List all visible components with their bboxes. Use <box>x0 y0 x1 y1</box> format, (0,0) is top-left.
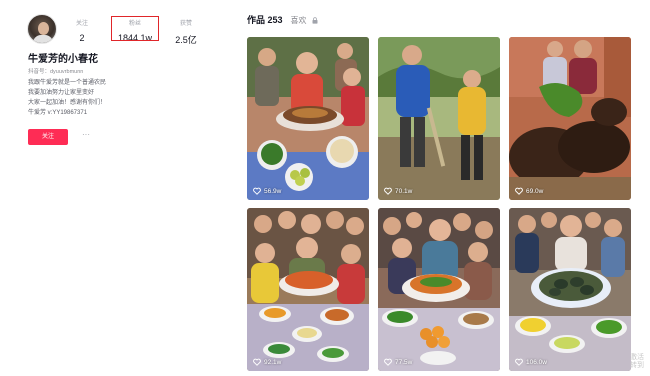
stat-following-value: 2 <box>79 33 85 43</box>
stat-following-label: 关注 <box>75 21 88 27</box>
video-likes: 106.0w <box>515 358 547 366</box>
video-likes-count: 106.0w <box>526 358 547 366</box>
video-thumbnail <box>509 37 631 200</box>
video-thumbnail <box>509 208 631 371</box>
profile-bio: 我跟牛爱芳就是一个普通农民 我要加油努力让家里变好 大家一起加油！感谢有你们！ … <box>28 78 106 118</box>
avatar[interactable] <box>27 14 57 44</box>
bio-line: 我要加油努力让家里变好 <box>28 90 95 96</box>
follow-button[interactable]: 关注 <box>28 129 68 145</box>
bio-line: 我跟牛爱芳就是一个普通农民 <box>28 80 107 86</box>
heart-icon <box>253 358 261 366</box>
stat-likes[interactable]: 获赞 2.5亿 <box>172 18 200 46</box>
video-likes-count: 92.1w <box>264 358 282 366</box>
video-thumbnail <box>247 208 369 371</box>
video-grid: 56.9w 70.1w 69.0w 92.1w 77.5w 106.0w <box>247 37 631 371</box>
video-likes-count: 56.9w <box>264 187 282 195</box>
watermark-line: 转到 <box>630 362 644 369</box>
heart-icon <box>253 187 261 195</box>
video-likes-count: 69.0w <box>526 187 544 195</box>
profile-nickname: 牛爱芳的小春花 <box>28 54 98 65</box>
stat-likes-value: 2.5亿 <box>175 35 197 45</box>
lock-icon <box>312 17 318 24</box>
video-likes: 92.1w <box>253 358 281 366</box>
bio-line: 大家一起加油！感谢有你们！ <box>28 100 107 106</box>
profile-account-id: 抖音号：dyuuvrbmunn <box>28 69 84 75</box>
tab-works[interactable]: 作品 253 <box>247 13 283 26</box>
video-card[interactable]: 69.0w <box>509 37 631 200</box>
heart-icon <box>515 187 523 195</box>
watermark-line: 激活 <box>630 354 644 361</box>
more-options-button[interactable]: ··· <box>79 129 93 145</box>
video-card[interactable]: 70.1w <box>378 37 500 200</box>
stat-following[interactable]: 关注 2 <box>72 18 92 43</box>
video-card[interactable]: 106.0w <box>509 208 631 371</box>
profile-tabs: 作品 253 喜欢 <box>247 13 318 27</box>
heart-icon <box>515 358 523 366</box>
video-likes-count: 70.1w <box>395 187 413 195</box>
video-thumbnail <box>378 208 500 371</box>
video-card[interactable]: 56.9w <box>247 37 369 200</box>
video-thumbnail <box>247 37 369 200</box>
tab-likes[interactable]: 喜欢 <box>291 15 307 26</box>
video-thumbnail <box>378 37 500 200</box>
video-likes: 56.9w <box>253 187 281 195</box>
video-card[interactable]: 77.5w <box>378 208 500 371</box>
heart-icon <box>384 358 392 366</box>
video-likes-count: 77.5w <box>395 358 413 366</box>
video-likes: 77.5w <box>384 358 412 366</box>
video-card[interactable]: 92.1w <box>247 208 369 371</box>
video-likes: 69.0w <box>515 187 543 195</box>
heart-icon <box>384 187 392 195</box>
activation-watermark: 激活 转到 <box>630 354 644 370</box>
fans-highlight-box <box>111 16 159 41</box>
video-likes: 70.1w <box>384 187 412 195</box>
bio-line: 牛爱芳 v:YY19867371 <box>28 110 88 116</box>
stat-likes-label: 获赞 <box>179 21 192 27</box>
